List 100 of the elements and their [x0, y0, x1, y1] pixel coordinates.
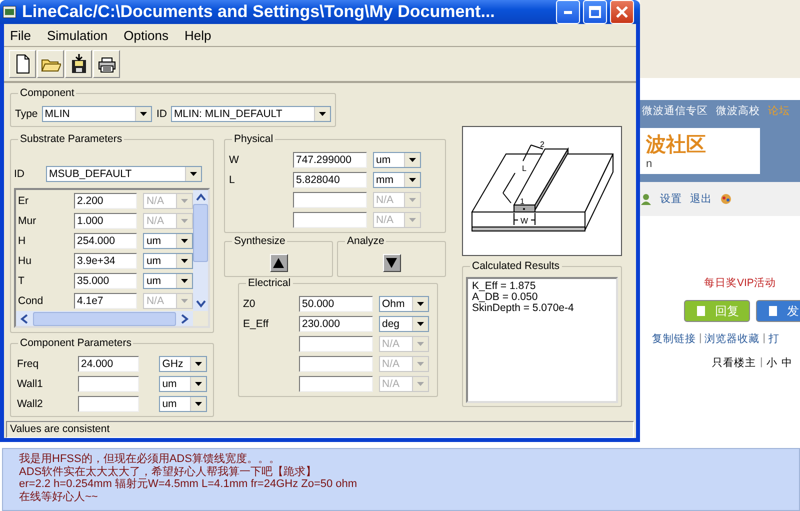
page-link[interactable]: 复制链接 [652, 332, 696, 346]
menu-item[interactable]: Help [184, 28, 212, 43]
group-title: Physical [232, 133, 276, 145]
dropdown[interactable]: mm [373, 172, 421, 188]
value-field[interactable] [299, 376, 373, 392]
scrollbar-thumb[interactable] [33, 312, 176, 326]
dropdown[interactable]: MSUB_DEFAULT [46, 166, 202, 182]
dropdown[interactable]: um [143, 273, 193, 289]
dimension-label: 1 [520, 197, 524, 206]
dropdown-arrow-icon [190, 172, 197, 176]
field-label: ID [14, 168, 26, 180]
result-line: A_DB = 0.050 [472, 292, 539, 303]
scrollbar-thumb[interactable] [193, 204, 208, 262]
page-link[interactable]: 浏览器收藏 [704, 332, 760, 346]
separator: | [762, 332, 766, 346]
logo-subtext: n [640, 158, 760, 174]
status-bar: Values are consistent [6, 421, 634, 438]
menu-item[interactable]: Simulation [46, 28, 108, 43]
promo-link[interactable]: 每日奖VIP活动 [704, 276, 800, 290]
dropdown-arrow-icon [417, 302, 424, 306]
page-link[interactable]: 打 [768, 332, 780, 346]
dropdown[interactable]: um [373, 152, 421, 168]
value-field[interactable]: 747.299000 [293, 152, 367, 168]
value-field[interactable]: 230.000 [299, 316, 373, 332]
vertical-scrollbar[interactable] [193, 190, 208, 311]
value-field[interactable] [299, 356, 373, 372]
floppy-disk-button[interactable] [65, 50, 92, 78]
menu-item[interactable]: Options [124, 28, 168, 43]
up-arrow-icon [273, 258, 284, 268]
logo-text: 波社区 [640, 128, 760, 158]
result-line: K_Eff = 1.875 [472, 281, 537, 292]
down-arrow-icon [386, 258, 397, 268]
document-icon [695, 305, 707, 317]
dropdown-arrow-icon [417, 362, 424, 366]
dropdown-arrow-icon [319, 112, 326, 116]
value-field[interactable] [78, 376, 140, 392]
field-label: Z0 [243, 298, 256, 310]
value-field[interactable]: 254.000 [74, 233, 138, 249]
dropdown[interactable]: Ohm [379, 296, 429, 312]
value-field[interactable]: 3.9e+34 [74, 253, 138, 269]
value-field[interactable]: 24.000 [78, 356, 140, 372]
maximize-button[interactable] [583, 0, 607, 24]
field-label: Cond [18, 295, 44, 307]
group-title: Component [18, 87, 76, 99]
value-field[interactable]: 5.828040 [293, 172, 367, 188]
menu-item[interactable]: File [10, 28, 31, 43]
dropdown-arrow-icon [195, 362, 202, 366]
printer-button[interactable] [93, 50, 120, 78]
view-option[interactable]: 小 [766, 356, 778, 370]
toolbar-link[interactable]: 退出 [690, 192, 712, 206]
dimension-label: L [522, 164, 526, 173]
field-label: ID [156, 108, 167, 120]
toolbar-link[interactable]: 设置 [660, 192, 682, 206]
folder-button[interactable] [37, 50, 64, 78]
analyze-button[interactable] [382, 254, 400, 272]
synthesize-button[interactable] [270, 254, 288, 272]
field-label: Mur [18, 215, 38, 227]
palette-icon [720, 193, 732, 205]
field-label: Wall2 [17, 398, 44, 410]
dropdown-arrow-icon [195, 382, 202, 386]
field-label: H [18, 235, 27, 247]
dimension-label: 2 [540, 140, 544, 149]
new-file-button[interactable] [9, 50, 36, 78]
dropdown[interactable]: um [159, 376, 207, 392]
dropdown[interactable]: MLIN: MLIN_DEFAULT [170, 106, 331, 122]
dropdown-arrow-icon [181, 199, 188, 203]
field-label: Hu [18, 255, 32, 267]
value-field[interactable]: 35.000 [74, 273, 138, 289]
dropdown-arrow-icon [195, 402, 202, 406]
nav-link[interactable]: 微波通信专区 [642, 104, 708, 118]
dropdown[interactable]: um [143, 253, 193, 269]
minimize-button[interactable] [556, 0, 580, 24]
dropdown[interactable]: um [159, 396, 207, 412]
group-title: Substrate Parameters [18, 133, 124, 145]
group-title: Analyze [345, 235, 386, 247]
field-label: W [229, 154, 240, 166]
dropdown-arrow-icon [409, 158, 416, 162]
view-option[interactable]: 只看楼主 [712, 356, 756, 370]
group-title: Synthesize [232, 235, 288, 247]
close-button[interactable] [610, 0, 634, 24]
dimension-label: W [520, 216, 528, 226]
field-label: E_Eff [243, 318, 270, 330]
dropdown[interactable]: um [143, 233, 193, 249]
nav-link[interactable]: 微波高校 [716, 104, 760, 118]
value-field[interactable] [299, 336, 373, 352]
horizontal-scrollbar[interactable] [16, 311, 193, 326]
group-title: Calculated Results [470, 260, 562, 272]
value-field[interactable]: 50.000 [299, 296, 373, 312]
view-option[interactable]: 中 [782, 356, 793, 370]
value-field[interactable] [293, 192, 367, 208]
dropdown[interactable]: GHz [159, 356, 207, 372]
field-label: Er [18, 195, 30, 207]
dropdown[interactable]: deg [379, 316, 429, 332]
value-field[interactable] [78, 396, 140, 412]
field-label: Type [15, 108, 38, 120]
post-text-line: 我是用HFSS的，但现在必须用ADS算馈线宽度。。。 [19, 453, 281, 466]
value-field[interactable] [293, 212, 367, 228]
dropdown[interactable]: MLIN [42, 106, 152, 122]
field-label: T [18, 275, 26, 287]
post-button[interactable]: 发 [756, 300, 800, 322]
